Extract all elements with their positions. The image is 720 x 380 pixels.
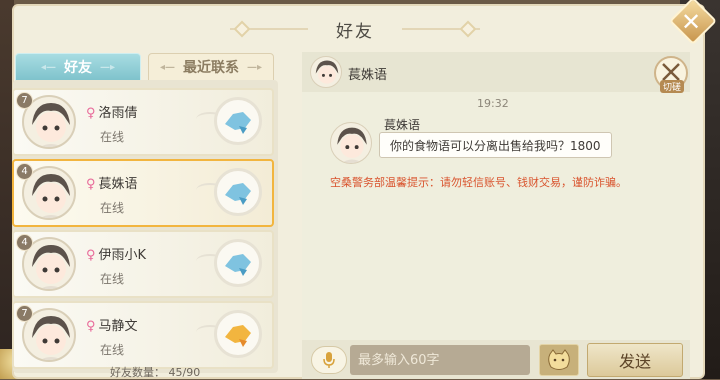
- gift-hand-icon: [225, 112, 251, 134]
- friend-name: ♀ 伊雨小K: [86, 244, 146, 263]
- female-icon: ♀: [86, 177, 96, 192]
- tab-label: 最近联系: [183, 60, 239, 76]
- tab-deco-left: ◂—: [40, 61, 56, 73]
- message-bubble: 你的食物语可以分离出售给我吗？1800: [379, 132, 612, 158]
- friend-name: ♀ 萇姝语: [86, 173, 138, 192]
- gift-button[interactable]: [214, 168, 262, 216]
- close-button[interactable]: ✕: [668, 0, 718, 46]
- gift-button[interactable]: [214, 239, 262, 287]
- friend-status: 在线: [100, 343, 125, 357]
- security-warning: 空桑警务部温馨提示：请勿轻信账号、钱财交易，谨防诈骗。: [330, 176, 627, 189]
- friend-name-text: 马静文: [98, 319, 138, 334]
- chat-contact-name: 萇姝语: [348, 68, 388, 83]
- friend-name-text: 洛雨倩: [98, 106, 138, 121]
- tab-deco-right: —▸: [247, 61, 263, 73]
- message-input[interactable]: [350, 345, 530, 375]
- friend-name: ♀ 洛雨倩: [86, 102, 138, 121]
- friend-item[interactable]: 7 ♀ 马静文 在线: [12, 301, 274, 369]
- female-icon: ♀: [86, 319, 96, 334]
- friend-status: 在线: [100, 130, 125, 144]
- microphone-icon: [323, 352, 335, 368]
- level-badge: 4: [16, 234, 33, 251]
- message-avatar[interactable]: [330, 122, 372, 164]
- level-badge: 7: [16, 305, 33, 322]
- tab-deco-right: —▸: [100, 61, 116, 73]
- friend-name: ♀ 马静文: [86, 315, 138, 334]
- gift-hand-icon: [225, 325, 251, 347]
- female-icon: ♀: [86, 106, 96, 121]
- title-diamond-right: [459, 20, 477, 38]
- friend-name-text: 萇姝语: [98, 177, 138, 192]
- gift-button[interactable]: [214, 310, 262, 358]
- level-badge: 7: [16, 92, 33, 109]
- emoji-button[interactable]: [539, 344, 579, 376]
- cat-emoji-icon: [548, 349, 570, 370]
- tab-label: 好友: [64, 60, 92, 76]
- chat-contact-avatar[interactable]: [310, 56, 342, 88]
- tab-deco-left: ◂—: [159, 61, 175, 73]
- friend-name-text: 伊雨小K: [98, 248, 147, 263]
- spar-label: 切磋: [660, 80, 685, 93]
- title-diamond-left: [233, 20, 251, 38]
- gift-button[interactable]: [214, 97, 262, 145]
- page-title: 好友: [336, 21, 374, 42]
- close-icon: ✕: [680, 8, 702, 36]
- gift-hand-icon: [225, 183, 251, 205]
- friend-count: 好友数量： 45/90: [110, 366, 201, 379]
- gift-hand-icon: [225, 254, 251, 276]
- title-bar: 好友: [230, 14, 480, 44]
- friend-status: 在线: [100, 272, 125, 286]
- friend-item[interactable]: 4 ♀ 伊雨小K 在线: [12, 230, 274, 298]
- female-icon: ♀: [86, 248, 96, 263]
- friend-status: 在线: [100, 201, 125, 215]
- friend-item[interactable]: 7 ♀ 洛雨倩 在线: [12, 88, 274, 156]
- message-sender: 萇姝语: [384, 118, 421, 132]
- message-timestamp: 19:32: [477, 97, 509, 110]
- send-button[interactable]: 发送: [587, 343, 683, 377]
- friend-item[interactable]: 4 ♀ 萇姝语 在线: [12, 159, 274, 227]
- tab-recent-contacts[interactable]: ◂— 最近联系 —▸: [148, 53, 274, 81]
- voice-button[interactable]: [311, 346, 347, 374]
- tab-friends[interactable]: ◂— 好友 —▸: [15, 53, 141, 81]
- level-badge: 4: [16, 163, 33, 180]
